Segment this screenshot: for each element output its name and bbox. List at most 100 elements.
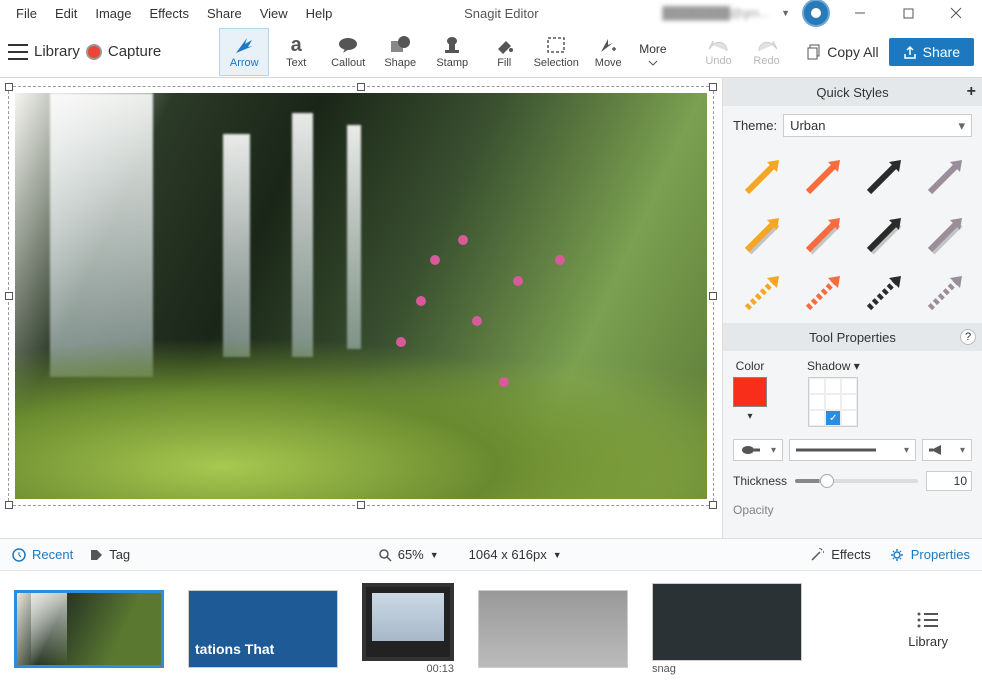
tool-move-label: Move (595, 57, 622, 69)
theme-select[interactable]: Urban (783, 114, 972, 137)
line-style-select[interactable] (789, 439, 916, 461)
menu-edit[interactable]: Edit (47, 3, 85, 24)
help-icon[interactable]: ? (960, 329, 976, 345)
copy-icon (807, 44, 823, 60)
resize-handle[interactable] (5, 501, 13, 509)
menu-share[interactable]: Share (199, 3, 250, 24)
account-label[interactable]: ████████@gm... (662, 6, 769, 20)
thickness-slider[interactable] (795, 479, 918, 483)
resize-handle[interactable] (357, 83, 365, 91)
tool-selection[interactable]: Selection (531, 28, 581, 76)
tool-more[interactable]: More (639, 28, 666, 76)
zoom-control[interactable]: 65%▼ (378, 547, 439, 562)
list-icon (916, 610, 940, 630)
shadow-grid[interactable]: ✓ (808, 377, 858, 427)
thickness-label: Thickness (733, 474, 787, 488)
tray-thumb-2[interactable]: tations That (188, 590, 338, 668)
quick-style-arrow[interactable] (733, 265, 790, 319)
hamburger-icon[interactable] (8, 44, 28, 60)
tray-thumb-4[interactable] (478, 590, 628, 668)
add-style-button[interactable]: + (967, 83, 976, 101)
library-button[interactable]: Library (34, 43, 80, 60)
title-bar: File Edit Image Effects Share View Help … (0, 0, 982, 26)
quick-style-arrow[interactable] (855, 265, 912, 319)
color-swatch[interactable] (733, 377, 767, 407)
tool-properties-header: Tool Properties ? (723, 323, 982, 351)
account-avatar[interactable] (802, 0, 830, 27)
quick-style-arrow[interactable] (794, 207, 851, 261)
tool-move[interactable]: Move (583, 28, 633, 76)
theme-label: Theme: (733, 118, 777, 133)
tray-thumb-5[interactable] (652, 583, 802, 661)
quick-style-arrow[interactable] (794, 149, 851, 203)
quick-style-arrow[interactable] (794, 265, 851, 319)
dimensions-value: 1064 x 616px (469, 547, 547, 562)
quick-style-arrow[interactable] (733, 149, 790, 203)
quick-style-arrow[interactable] (855, 149, 912, 203)
redo-button[interactable]: Redo (747, 37, 787, 67)
color-dropdown-icon[interactable]: ▾ (747, 411, 752, 422)
quick-style-arrow[interactable] (915, 265, 972, 319)
close-button[interactable] (938, 0, 974, 26)
selection-border (8, 86, 714, 506)
redo-label: Redo (753, 55, 779, 67)
recent-tab[interactable]: Recent (12, 547, 73, 562)
thickness-value[interactable]: 10 (926, 471, 972, 491)
quick-style-arrow[interactable] (855, 207, 912, 261)
tool-text-label: Text (286, 57, 306, 69)
copy-all-button[interactable]: Copy All (807, 44, 878, 60)
quick-style-arrow[interactable] (733, 207, 790, 261)
resize-handle[interactable] (709, 501, 717, 509)
app-title: Snagit Editor (340, 6, 662, 21)
tool-text[interactable]: a Text (271, 28, 321, 76)
start-cap-select[interactable] (733, 439, 783, 461)
menu-effects[interactable]: Effects (142, 3, 198, 24)
menu-help[interactable]: Help (298, 3, 341, 24)
resize-handle[interactable] (709, 83, 717, 91)
resize-handle[interactable] (709, 292, 717, 300)
tray-thumb-3[interactable] (362, 583, 454, 661)
redo-icon (755, 37, 779, 55)
resize-handle[interactable] (5, 83, 13, 91)
effects-tab[interactable]: Effects (809, 547, 871, 563)
resize-handle[interactable] (5, 292, 13, 300)
tag-tab[interactable]: Tag (89, 547, 130, 562)
tray-thumb-1[interactable] (14, 590, 164, 668)
quick-style-arrow[interactable] (915, 207, 972, 261)
record-icon[interactable] (86, 44, 102, 60)
resize-handle[interactable] (357, 501, 365, 509)
tool-palette: Arrow a Text Callout Shape Stamp Fill Se… (219, 28, 666, 76)
capture-tray: tations That 00:13 snag Library (0, 570, 982, 687)
menu-view[interactable]: View (252, 3, 296, 24)
tool-arrow[interactable]: Arrow (219, 28, 269, 76)
properties-tab[interactable]: Properties (889, 547, 970, 563)
tool-arrow-label: Arrow (230, 57, 259, 69)
tool-shape[interactable]: Shape (375, 28, 425, 76)
share-button[interactable]: Share (889, 38, 974, 66)
dimensions-display[interactable]: 1064 x 616px ▼ (469, 547, 562, 562)
quick-style-arrow[interactable] (915, 149, 972, 203)
account-dropdown-icon[interactable]: ▼ (781, 8, 790, 18)
menu-image[interactable]: Image (87, 3, 139, 24)
chevron-down-icon (648, 60, 658, 66)
tray-library-button[interactable]: Library (908, 610, 968, 649)
end-cap-select[interactable] (922, 439, 972, 461)
tool-callout[interactable]: Callout (323, 28, 373, 76)
tool-stamp[interactable]: Stamp (427, 28, 477, 76)
thumb-name: snag (652, 663, 676, 675)
capture-button[interactable]: Capture (108, 43, 161, 60)
minimize-button[interactable] (842, 0, 878, 26)
stamp-icon (442, 34, 462, 56)
undo-label: Undo (705, 55, 731, 67)
tool-stamp-label: Stamp (436, 57, 468, 69)
maximize-button[interactable] (890, 0, 926, 26)
tool-fill[interactable]: Fill (479, 28, 529, 76)
selection-icon (546, 34, 566, 56)
canvas-image[interactable] (15, 93, 707, 499)
undo-button[interactable]: Undo (699, 37, 739, 67)
gear-icon (889, 547, 905, 563)
arrow-icon (233, 34, 255, 56)
quick-styles-title: Quick Styles (816, 85, 888, 100)
menu-file[interactable]: File (8, 3, 45, 24)
canvas[interactable] (0, 78, 722, 538)
